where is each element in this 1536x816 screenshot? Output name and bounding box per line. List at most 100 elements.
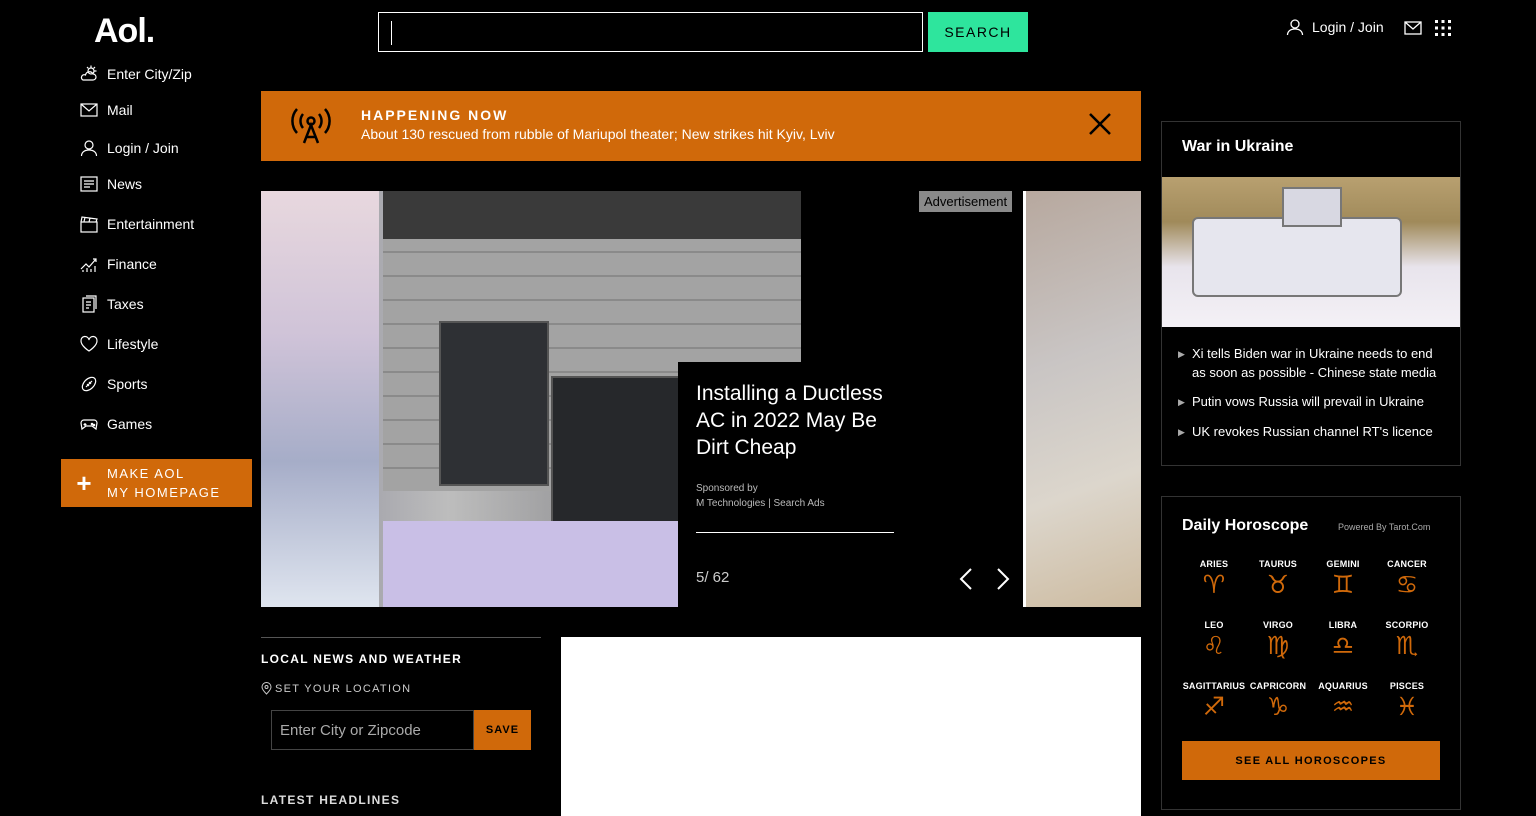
capricorn-icon: ♑ [1266,692,1290,721]
broadcast-icon [291,108,331,144]
module-title[interactable]: War in Ukraine [1182,138,1293,156]
football-icon [81,376,97,392]
headline-text: Putin vows Russia will prevail in Ukrain… [1192,394,1424,409]
horoscope-sign-pisces[interactable]: PISCES ♓ [1375,681,1439,722]
make-homepage-button[interactable]: + MAKE AOL MY HOMEPAGE [61,459,252,507]
list-item[interactable]: ▶ Putin vows Russia will prevail in Ukrai… [1178,392,1448,412]
sidebar-item-finance[interactable]: Finance [80,255,157,273]
slide-image-roof [383,191,801,239]
search-input[interactable] [378,12,923,52]
sidebar-item-label: Sports [107,376,148,392]
banner-title: HAPPENING NOW [361,107,509,123]
news-icon [80,176,98,192]
gemini-icon: ♊ [1331,570,1355,599]
pisces-icon: ♓ [1395,692,1419,721]
horoscope-sign-cancer[interactable]: CANCER ♋ [1375,559,1439,600]
sign-name: GEMINI [1326,559,1360,569]
sidebar-item-games[interactable]: Games [80,415,152,433]
horoscope-sign-aries[interactable]: ARIES ♈ [1182,559,1246,600]
chevron-right-icon[interactable] [992,567,1012,591]
chart-icon [80,258,97,272]
horoscope-sign-sagittarius[interactable]: SAGITTARIUS ♐ [1182,681,1246,722]
set-location-link[interactable]: SET YOUR LOCATION [261,682,411,695]
sign-name: SAGITTARIUS [1182,681,1246,691]
sidebar-item-mail[interactable]: Mail [80,101,133,119]
sign-name: PISCES [1389,681,1425,691]
zipcode-input[interactable]: Enter City or Zipcode [271,710,474,750]
sidebar-item-label: Login / Join [107,140,179,156]
list-item[interactable]: ▶ UK revokes Russian channel RT's licence [1178,422,1448,442]
sidebar-item-sports[interactable]: Sports [80,375,147,393]
bullet-arrow-icon: ▶ [1178,349,1185,359]
save-button[interactable]: SAVE [474,710,531,750]
apps-grid-icon[interactable] [1434,19,1452,37]
war-image[interactable] [1162,177,1460,327]
make-homepage-line1: MAKE AOL [107,466,185,481]
horoscope-sign-capricorn[interactable]: CAPRICORN ♑ [1246,681,1310,722]
war-image-tank [1192,217,1402,297]
horoscope-sign-leo[interactable]: LEO ♌ [1182,620,1246,661]
mail-icon [80,103,98,117]
sign-name: LIBRA [1328,620,1358,630]
sidebar-item-label: News [107,176,143,192]
aquarius-icon: ♒ [1331,692,1355,721]
horoscope-sign-libra[interactable]: LIBRA ♎ [1311,620,1375,661]
slide-image-ac-unit [439,321,549,486]
headline-text: Xi tells Biden war in Ukraine needs to e… [1192,346,1437,380]
slide-image[interactable] [261,191,801,607]
happening-now-banner[interactable]: HAPPENING NOW About 130 rescued from rub… [261,91,1141,161]
horoscope-sign-virgo[interactable]: VIRGO ♍ [1246,620,1310,661]
sign-name: SCORPIO [1385,620,1429,630]
horoscope-sign-scorpio[interactable]: SCORPIO ♏ [1375,620,1439,661]
banner-headline[interactable]: About 130 rescued from rubble of Mariupo… [361,126,835,142]
aries-icon: ♈ [1202,570,1226,599]
scorpio-icon: ♏ [1395,631,1419,660]
sign-name: LEO [1204,620,1224,630]
local-news-title: LOCAL NEWS AND WEATHER [261,652,463,666]
chevron-left-icon[interactable] [957,567,977,591]
slide-image-sky [261,191,379,607]
latest-headlines-title: LATEST HEADLINES [261,793,401,807]
aol-logo[interactable]: Aol. [94,12,155,51]
taxes-icon [82,295,97,313]
slide-title[interactable]: Installing a Ductless AC in 2022 May Be … [696,380,896,461]
sidebar-item-weather[interactable]: Enter City/Zip [80,65,192,83]
sidebar-item-label: Finance [107,256,157,272]
sidebar-item-lifestyle[interactable]: Lifestyle [80,335,158,353]
cancer-icon: ♋ [1395,570,1419,599]
ad-slot [561,637,1141,816]
sagittarius-icon: ♐ [1202,692,1226,721]
weather-icon [80,65,97,81]
sign-name: VIRGO [1262,620,1293,630]
horoscope-sign-aquarius[interactable]: AQUARIUS ♒ [1311,681,1375,722]
sidebar-item-label: Enter City/Zip [107,66,192,82]
close-icon[interactable] [1087,111,1113,137]
module-title: Daily Horoscope [1182,517,1309,534]
list-item[interactable]: ▶ Xi tells Biden war in Ukraine needs to … [1178,344,1448,382]
plus-icon: + [76,467,92,498]
location-pin-icon [261,682,272,695]
sidebar-item-label: Mail [107,102,133,118]
headline-text: UK revokes Russian channel RT's licence [1192,424,1433,439]
make-homepage-line2: MY HOMEPAGE [107,485,221,500]
divider [696,532,894,533]
slideshow[interactable]: Installing a Ductless AC in 2022 May Be … [261,191,1141,607]
mail-icon[interactable] [1404,20,1422,36]
horoscope-sign-taurus[interactable]: TAURUS ♉ [1246,559,1310,600]
libra-icon: ♎ [1331,631,1355,660]
clapperboard-icon [80,216,98,233]
sponsored-by-label: Sponsored by [696,483,758,494]
slide-image-grass [383,521,683,607]
sidebar-item-taxes[interactable]: Taxes [80,295,144,313]
sign-name: CANCER [1387,559,1427,569]
header-login-link[interactable]: Login / Join [1286,18,1384,36]
sidebar-item-login[interactable]: Login / Join [80,139,179,157]
sidebar-item-entertainment[interactable]: Entertainment [80,215,194,233]
daily-horoscope-module: Daily Horoscope Powered By Tarot.Com ARI… [1161,496,1461,810]
see-all-horoscopes-button[interactable]: SEE ALL HOROSCOPES [1182,741,1440,780]
horoscope-sign-gemini[interactable]: GEMINI ♊ [1311,559,1375,600]
slide-counter: 5/ 62 [696,569,730,586]
search-button[interactable]: SEARCH [928,12,1028,52]
sidebar-item-label: Entertainment [107,216,195,232]
sidebar-item-news[interactable]: News [80,175,142,193]
